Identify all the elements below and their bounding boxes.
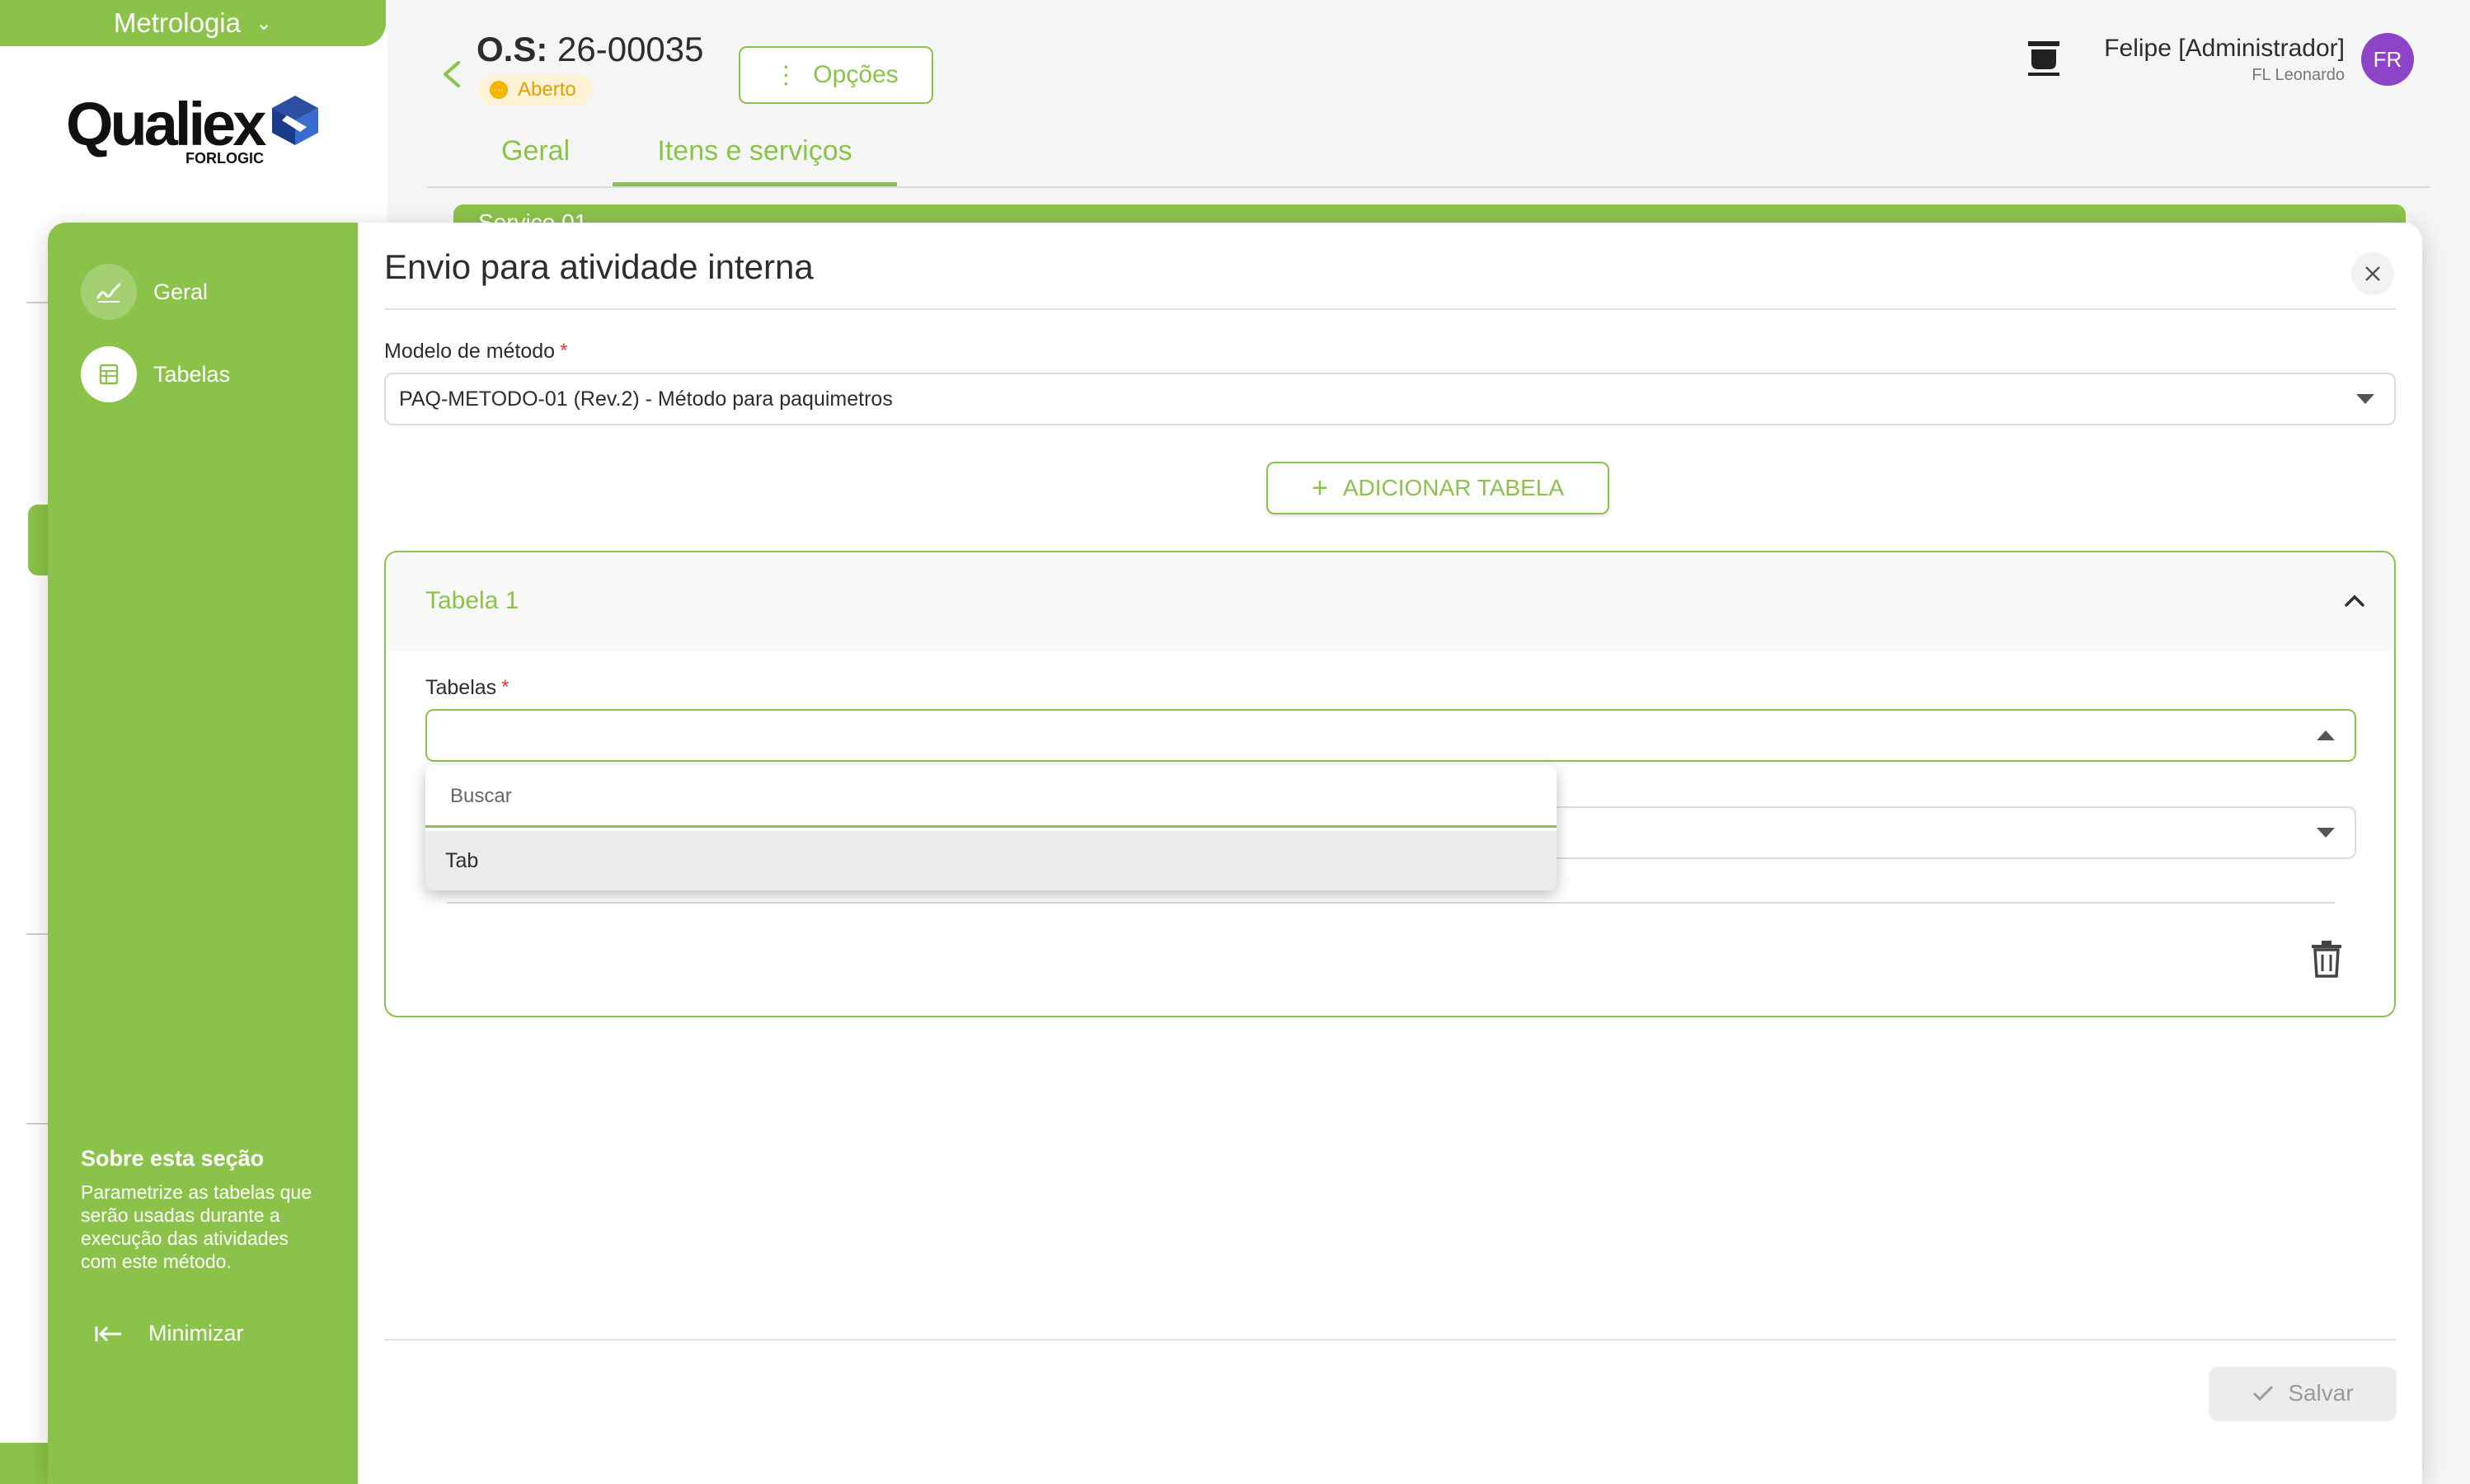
modal-content: Envio para atividade interna Modelo de m… (384, 223, 2396, 1484)
about-section-title: Sobre esta seção (81, 1146, 265, 1171)
logo-subtext: FORLOGIC (185, 150, 264, 167)
method-label-text: Modelo de método (384, 340, 556, 363)
nav-divider (26, 933, 48, 935)
module-selector[interactable]: Metrologia ⌄ (0, 0, 386, 46)
table-card-title: Tabela 1 (425, 587, 519, 614)
back-arrow-icon[interactable] (435, 56, 468, 92)
close-icon (2365, 266, 2380, 281)
tables-select[interactable] (425, 709, 2356, 762)
logo-text: Qualiex (66, 90, 266, 158)
status-dots-icon: ⋯ (490, 81, 508, 99)
minimize-label: Minimizar (148, 1321, 244, 1345)
minimize-button[interactable]: Minimizar (94, 1321, 244, 1346)
modal-nav-geral-label: Geral (153, 279, 209, 304)
nav-divider (26, 1123, 48, 1125)
caret-down-icon (2356, 394, 2374, 404)
check-icon (2253, 1385, 2274, 1402)
chevron-down-icon: ⌄ (255, 12, 273, 35)
page-header: O.S: 26-00035 ⋯ Aberto ⋮ Opções Felipe [… (387, 0, 2470, 198)
modal-title: Envio para atividade interna (384, 247, 814, 286)
modal-sidebar: Geral Tabelas Sobre esta seção Parametri… (48, 223, 358, 1484)
avatar[interactable]: FR (2361, 33, 2414, 86)
method-select-value: PAQ-METODO-01 (Rev.2) - Método para paqu… (399, 387, 893, 411)
tables-field-label: Tabelas * (425, 676, 509, 700)
dropdown-search (425, 765, 1557, 828)
options-label: Opções (813, 61, 899, 88)
tab-bar: Geral Itens e serviços (427, 129, 2430, 188)
modal-nav-tabelas[interactable]: Tabelas (81, 346, 230, 402)
tables-dropdown: Tab (425, 765, 1557, 890)
nav-divider (26, 302, 48, 303)
method-field-label: Modelo de método * (384, 340, 567, 364)
about-section-text: Parametrize as tabelas que serão usadas … (81, 1181, 312, 1272)
kebab-menu-icon: ⋮ (773, 61, 799, 89)
method-select[interactable]: PAQ-METODO-01 (Rev.2) - Método para paqu… (384, 373, 2396, 425)
chevron-up-icon[interactable] (2340, 589, 2369, 612)
qualiex-logo: Qualiex FORLOGIC (66, 89, 330, 171)
nav-active-indicator (28, 505, 49, 575)
internal-activity-modal: Geral Tabelas Sobre esta seção Parametri… (48, 223, 2422, 1484)
required-asterisk: * (501, 676, 509, 698)
row-divider (447, 902, 2335, 904)
os-prefix: O.S: (477, 30, 548, 68)
logo-cube-icon (272, 96, 318, 145)
collapsed-nav-rail (0, 223, 49, 1459)
caret-down-icon (2317, 828, 2335, 838)
options-button[interactable]: ⋮ Opções (739, 46, 933, 104)
os-number: 26-00035 (557, 30, 704, 68)
modal-nav-geral[interactable]: Geral (81, 264, 208, 320)
tab-geral[interactable]: Geral (501, 135, 570, 186)
table-icon (81, 346, 137, 402)
module-label: Metrologia (113, 7, 241, 38)
modal-nav-tabelas-label: Tabelas (153, 361, 231, 387)
status-badge: ⋯ Aberto (478, 74, 593, 106)
trash-icon[interactable] (2310, 940, 2343, 978)
required-asterisk: * (560, 340, 568, 362)
add-table-label: ADICIONAR TABELA (1342, 475, 1564, 500)
coffee-cup-icon[interactable] (2025, 38, 2063, 77)
tab-itens-servicos[interactable]: Itens e serviços (613, 135, 897, 186)
dropdown-option[interactable]: Tab (425, 831, 1557, 890)
user-name[interactable]: Felipe [Administrador] (2104, 35, 2345, 63)
plus-icon: + (1311, 472, 1328, 504)
collapse-left-icon (95, 1326, 121, 1341)
search-input[interactable] (450, 780, 1522, 813)
bottom-strip (0, 1443, 49, 1484)
user-company: FL Leonardo (2252, 66, 2345, 84)
signature-icon (81, 264, 137, 320)
tables-label-text: Tabelas (425, 676, 497, 699)
save-button[interactable]: Salvar (2209, 1367, 2396, 1420)
add-table-button[interactable]: + ADICIONAR TABELA (1266, 462, 1609, 514)
status-label: Aberto (518, 78, 576, 101)
caret-up-icon (2317, 730, 2335, 740)
table-card-header[interactable]: Tabela 1 (386, 552, 2394, 651)
footer-divider (384, 1339, 2396, 1341)
title-divider (384, 308, 2396, 310)
save-label: Salvar (2288, 1380, 2354, 1406)
close-button[interactable] (2351, 252, 2394, 295)
page-title: O.S: 26-00035 (477, 30, 704, 69)
